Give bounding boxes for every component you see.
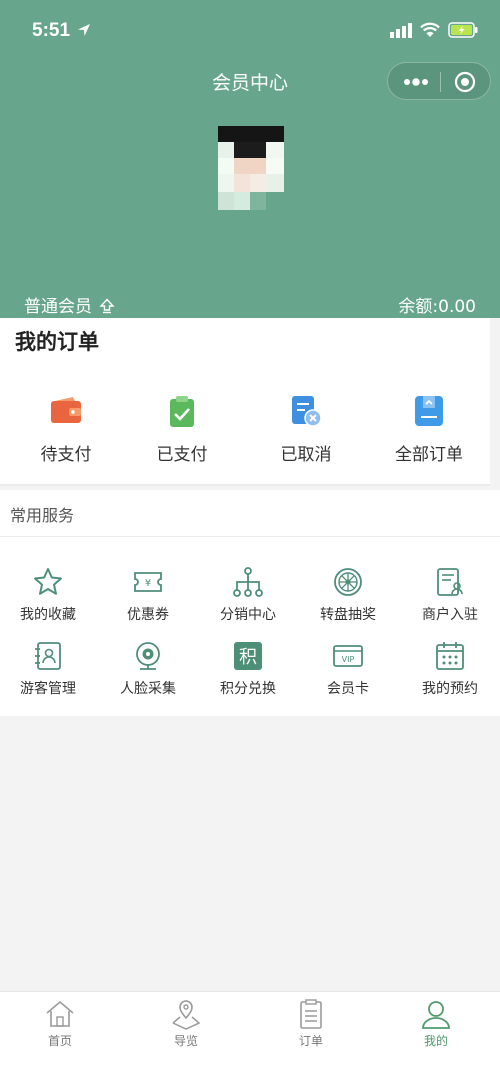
service-points-exchange[interactable]: 积 积分兑换: [198, 640, 298, 698]
more-options-icon[interactable]: [402, 73, 430, 91]
service-my-reservations[interactable]: 我的预约: [400, 640, 500, 698]
svg-text:¥: ¥: [145, 578, 151, 589]
service-face-capture[interactable]: 人脸采集: [98, 640, 198, 698]
member-header: 5:51 会员中心 普通会员 余额:0.00: [0, 0, 500, 318]
camera-icon: [136, 642, 160, 670]
status-bar: 5:51: [0, 0, 500, 62]
service-label: 商户入驻: [422, 607, 478, 623]
service-lottery[interactable]: 转盘抽奖: [298, 566, 398, 624]
tab-orders[interactable]: 订单: [249, 998, 373, 1049]
cancelled-doc-icon: [292, 396, 322, 427]
account-balance: 余额:0.00: [398, 297, 476, 317]
upgrade-arrow-icon: [99, 298, 116, 314]
orders-title: 我的订单: [15, 330, 99, 354]
tab-label: 导览: [173, 1034, 198, 1048]
tab-label: 我的: [423, 1034, 448, 1048]
points-icon: 积: [234, 642, 262, 670]
svg-text:VIP: VIP: [342, 655, 355, 664]
order-list-icon: [300, 999, 322, 1029]
tab-home[interactable]: 首页: [0, 998, 122, 1049]
member-level-label: 普通会员: [24, 297, 92, 317]
service-label: 优惠券: [127, 607, 169, 623]
network-icon: [233, 567, 263, 597]
calendar-icon: [436, 642, 464, 670]
tab-mine[interactable]: 我的: [374, 998, 498, 1049]
service-label: 积分兑换: [220, 681, 276, 697]
service-merchant-entry[interactable]: 商户入驻: [400, 566, 500, 624]
service-label: 分销中心: [220, 607, 276, 623]
service-distribution-center[interactable]: 分销中心: [198, 566, 298, 624]
order-all[interactable]: 全部订单: [369, 394, 489, 465]
service-favorites[interactable]: 我的收藏: [0, 566, 98, 624]
location-arrow-icon: [78, 24, 90, 36]
order-label: 已支付: [156, 445, 208, 465]
service-visitor-management[interactable]: 游客管理: [0, 640, 98, 698]
close-miniprogram-icon[interactable]: [454, 71, 476, 93]
services-divider: [0, 536, 500, 537]
lottery-wheel-icon: [334, 568, 362, 596]
map-pin-icon: [172, 1000, 201, 1030]
paid-clipboard-icon: [170, 396, 194, 427]
bottom-tab-bar: 首页 导览 订单 我的: [0, 991, 500, 1069]
avatar[interactable]: [216, 124, 286, 212]
order-cancelled[interactable]: 已取消: [246, 394, 366, 465]
service-label: 游客管理: [20, 681, 76, 697]
my-orders-panel: 我的订单 待支付 已支付 已取消 全部订单: [0, 318, 490, 486]
order-pending-payment[interactable]: 待支付: [6, 394, 126, 465]
service-label: 转盘抽奖: [320, 607, 376, 623]
status-time: 5:51: [32, 20, 71, 41]
service-coupons[interactable]: ¥ 优惠券: [98, 566, 198, 624]
service-label: 人脸采集: [120, 681, 176, 697]
merchant-doc-icon: [437, 568, 463, 596]
wifi-icon: [420, 22, 440, 37]
user-icon: [422, 1001, 450, 1029]
capsule-divider: [440, 72, 441, 92]
vip-card-icon: VIP: [333, 645, 363, 667]
order-paid[interactable]: 已支付: [122, 394, 242, 465]
member-level[interactable]: 普通会员: [24, 292, 116, 317]
star-icon: [34, 568, 62, 595]
wallet-icon: [51, 397, 81, 423]
tab-guide[interactable]: 导览: [124, 998, 248, 1049]
order-label: 待支付: [40, 445, 92, 465]
mini-program-capsule: [387, 62, 491, 100]
svg-text:积: 积: [239, 647, 257, 668]
battery-charging-icon: [448, 22, 478, 38]
cellular-signal-icon: [390, 23, 412, 38]
tab-label: 订单: [298, 1034, 323, 1048]
common-services-panel: 常用服务 我的收藏 ¥ 优惠券 分销中心 转盘抽奖 商户入驻 游客管理 人脸采集…: [0, 490, 500, 716]
home-icon: [46, 1000, 74, 1027]
service-label: 我的预约: [422, 681, 478, 697]
tab-label: 首页: [47, 1034, 72, 1048]
services-title: 常用服务: [10, 506, 75, 525]
service-member-card[interactable]: VIP 会员卡: [298, 640, 398, 698]
all-orders-icon: [415, 396, 443, 426]
coupon-icon: ¥: [134, 572, 162, 592]
service-label: 会员卡: [327, 681, 369, 697]
order-label: 全部订单: [395, 445, 463, 465]
service-label: 我的收藏: [20, 607, 76, 623]
order-label: 已取消: [280, 445, 332, 465]
visitor-book-icon: [35, 642, 61, 670]
